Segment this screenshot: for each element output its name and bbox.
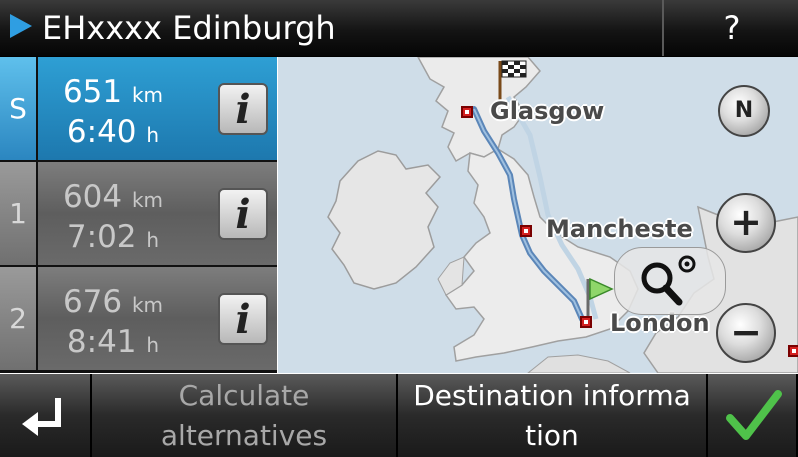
route-index: S	[0, 57, 36, 160]
info-icon[interactable]: i	[218, 293, 268, 345]
city-marker-edge	[788, 345, 798, 357]
calculate-label-line1: Calculate	[178, 379, 310, 412]
city-label-glasgow: Glasgow	[490, 97, 605, 125]
route-option-selected[interactable]: S 651 km 6:40 h i	[0, 57, 277, 160]
manchester-marker	[520, 225, 532, 237]
compass-button[interactable]: N	[718, 85, 770, 137]
time-unit: h	[146, 228, 160, 252]
help-button[interactable]: ?	[662, 0, 798, 56]
route-option-2[interactable]: 2 676 km 8:41 h i	[0, 267, 277, 370]
search-settings-icon	[641, 255, 696, 306]
route-map[interactable]: Glasgow Mancheste London N + −	[278, 57, 798, 373]
back-button[interactable]	[0, 374, 92, 457]
title-bar: EHxxxx Edinburgh ?	[0, 0, 798, 57]
time-value: 8:41	[66, 324, 137, 360]
route-distance: 604 km	[38, 180, 188, 217]
route-index: 2	[0, 267, 36, 370]
checkmark-icon	[726, 390, 782, 440]
time-value: 7:02	[66, 219, 137, 255]
ireland-landmass	[327, 150, 442, 290]
minus-icon: −	[730, 310, 762, 354]
city-label-manchester: Mancheste	[546, 215, 693, 243]
destination-information-button[interactable]: Destination informa tion	[398, 374, 708, 457]
route-time: 8:41 h	[38, 325, 188, 362]
france-coast	[527, 354, 631, 373]
calculate-alternatives-button[interactable]: Calculate alternatives	[92, 374, 398, 457]
destination-label-line2: tion	[525, 419, 579, 452]
info-icon[interactable]: i	[218, 83, 268, 135]
time-unit: h	[146, 333, 160, 357]
route-index: 1	[0, 162, 36, 265]
map-tools-button[interactable]	[614, 247, 726, 315]
back-arrow-icon	[22, 398, 61, 436]
route-distance: 676 km	[38, 285, 188, 322]
route-distance: 651 km	[38, 75, 188, 112]
distance-value: 651	[62, 74, 123, 110]
time-unit: h	[146, 123, 160, 147]
glasgow-marker	[461, 106, 473, 118]
plus-icon: +	[730, 200, 762, 244]
route-time: 6:40 h	[38, 115, 188, 152]
confirm-button[interactable]	[708, 374, 798, 457]
route-list: S 651 km 6:40 h i 1 604 km 7:02 h i 2 67…	[0, 57, 277, 373]
bottom-toolbar: Calculate alternatives Destination infor…	[0, 374, 798, 457]
play-arrow-icon	[10, 14, 32, 38]
info-icon[interactable]: i	[218, 188, 268, 240]
destination-label-line1: Destination informa	[413, 379, 691, 412]
compass-north-label: N	[734, 98, 754, 123]
distance-value: 604	[62, 179, 123, 215]
page-title: EHxxxx Edinburgh	[42, 9, 336, 47]
distance-value: 676	[62, 284, 123, 320]
route-time: 7:02 h	[38, 220, 188, 257]
route-option-1[interactable]: 1 604 km 7:02 h i	[0, 162, 277, 265]
distance-unit: km	[131, 293, 164, 317]
distance-unit: km	[131, 83, 164, 107]
zoom-in-button[interactable]: +	[716, 193, 776, 253]
calculate-label-line2: alternatives	[160, 419, 328, 452]
distance-unit: km	[131, 188, 164, 212]
london-marker	[580, 316, 592, 328]
navigation-screen: EHxxxx Edinburgh ? S 651 km 6:40 h i 1 6…	[0, 0, 798, 457]
zoom-out-button[interactable]: −	[716, 303, 776, 363]
time-value: 6:40	[66, 114, 137, 150]
